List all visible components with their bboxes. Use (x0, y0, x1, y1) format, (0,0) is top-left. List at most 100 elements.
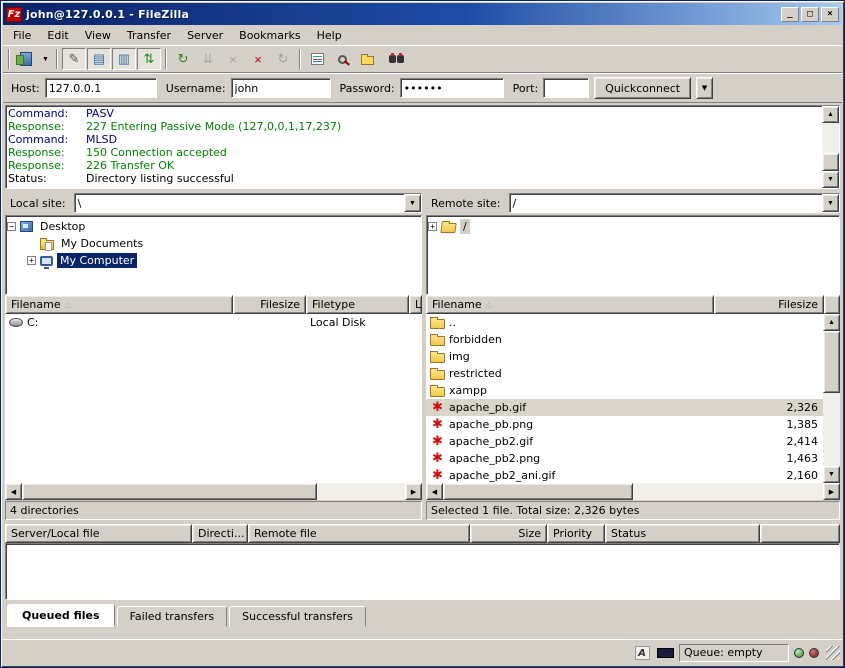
quickconnect-dropdown[interactable]: ▼ (696, 77, 713, 99)
menu-help[interactable]: Help (309, 27, 350, 44)
username-input[interactable] (231, 78, 331, 98)
remote-row-file[interactable]: ✱apache_pb.png 1,385 (426, 416, 823, 433)
tab-failed-transfers[interactable]: Failed transfers (117, 606, 228, 627)
find-files-button[interactable] (380, 48, 404, 70)
column-last-modified[interactable]: L (409, 295, 422, 314)
tree-item-my-computer[interactable]: + My Computer (7, 252, 420, 269)
local-row-c-drive[interactable]: C: Local Disk (5, 314, 422, 331)
log-line: Status:Directory listing successful (8, 172, 820, 185)
local-horizontal-scrollbar[interactable]: ◀ ▶ (5, 483, 422, 500)
remote-row-file[interactable]: ✱apache_pb2_ani.gif 2,160 (426, 467, 823, 483)
refresh-button[interactable]: ↻ (171, 48, 195, 70)
folder-icon (430, 336, 445, 346)
toggle-remote-tree-button[interactable]: ▥ (112, 48, 136, 70)
folder-icon (430, 319, 445, 329)
image-file-icon: ✱ (430, 418, 445, 431)
scroll-up-icon[interactable]: ▲ (823, 314, 840, 331)
menu-transfer[interactable]: Transfer (119, 27, 179, 44)
column-priority[interactable]: Priority (547, 524, 605, 543)
column-filetype[interactable]: Filetype (306, 295, 409, 314)
scroll-left-icon[interactable]: ◀ (5, 483, 22, 500)
scrollbar-thumb[interactable] (823, 331, 840, 393)
site-manager-dropdown[interactable]: ▼ (39, 48, 52, 70)
port-input[interactable] (543, 78, 589, 98)
column-status[interactable]: Status (605, 524, 760, 543)
remote-vertical-scrollbar[interactable]: ▲ ▼ (823, 314, 840, 483)
column-filesize[interactable]: Filesize (233, 295, 306, 314)
column-remote-file[interactable]: Remote file (248, 524, 470, 543)
tree-item-my-documents[interactable]: My Documents (7, 235, 420, 252)
menu-file[interactable]: File (5, 27, 39, 44)
scroll-down-icon[interactable]: ▼ (823, 466, 840, 483)
toggle-queue-button[interactable]: ⇅ (137, 48, 161, 70)
process-queue-button[interactable]: ⇊ (196, 48, 220, 70)
resize-grip[interactable] (826, 646, 840, 660)
scrollbar-thumb[interactable] (443, 483, 633, 500)
quickconnect-button[interactable]: Quickconnect (594, 77, 691, 99)
remote-row-file[interactable]: ✱apache_pb2.png 1,463 (426, 450, 823, 467)
column-server-local-file[interactable]: Server/Local file (5, 524, 192, 543)
scroll-up-icon[interactable]: ▲ (822, 106, 839, 123)
local-pane: Local site: \ ▼ − Desktop My Documents (5, 192, 422, 520)
host-input[interactable] (45, 78, 157, 98)
remote-row-folder[interactable]: img (426, 348, 823, 365)
remote-row-folder[interactable]: forbidden (426, 331, 823, 348)
cancel-operation-button[interactable]: × (221, 48, 245, 70)
remote-site-combo[interactable]: / ▼ (509, 193, 840, 213)
titlebar: Fz john@127.0.0.1 - FileZilla _ □ × (3, 3, 842, 25)
password-input[interactable] (400, 78, 504, 98)
menu-edit[interactable]: Edit (39, 27, 76, 44)
expand-icon[interactable]: + (27, 256, 36, 265)
directory-comparison-button[interactable] (330, 48, 354, 70)
scrollbar-thumb[interactable] (22, 483, 317, 500)
remote-file-list: Filename△ Filesize .. forbidden (426, 295, 840, 500)
log-vertical-scrollbar[interactable]: ▲ ▼ (822, 106, 839, 188)
remote-row-parent-dir[interactable]: .. (426, 314, 823, 331)
tree-item-root[interactable]: + / (428, 218, 838, 235)
tab-successful-transfers[interactable]: Successful transfers (229, 606, 366, 627)
menu-server[interactable]: Server (179, 27, 231, 44)
activity-led-red (809, 648, 819, 658)
menu-bookmarks[interactable]: Bookmarks (231, 27, 308, 44)
synchronized-browsing-button[interactable] (355, 48, 379, 70)
column-filename[interactable]: Filename△ (426, 295, 714, 314)
menu-view[interactable]: View (77, 27, 119, 44)
toggle-local-tree-button[interactable]: ▤ (87, 48, 111, 70)
disconnect-button[interactable]: × (246, 48, 270, 70)
scroll-down-icon[interactable]: ▼ (822, 171, 839, 188)
remote-row-file[interactable]: ✱apache_pb2.gif 2,414 (426, 433, 823, 450)
scroll-right-icon[interactable]: ▶ (823, 483, 840, 500)
local-status-text: 4 directories (5, 501, 422, 520)
minimize-button[interactable]: _ (781, 7, 799, 22)
combo-dropdown-icon[interactable]: ▼ (822, 194, 839, 212)
remote-row-folder[interactable]: xampp (426, 382, 823, 399)
scroll-left-icon[interactable]: ◀ (426, 483, 443, 500)
maximize-button[interactable]: □ (801, 7, 819, 22)
transfer-type-indicator[interactable]: A (633, 645, 651, 661)
collapse-icon[interactable]: − (7, 222, 16, 231)
reconnect-button[interactable]: ↻ (271, 48, 295, 70)
site-manager-button[interactable] (14, 48, 38, 70)
column-direction[interactable]: Directi... (192, 524, 248, 543)
combo-dropdown-icon[interactable]: ▼ (404, 194, 421, 212)
scrollbar-thumb[interactable] (822, 153, 839, 171)
remote-row-file-selected[interactable]: ✱apache_pb.gif 2,326 (426, 399, 823, 416)
column-filename[interactable]: Filename△ (5, 295, 233, 314)
directory-filters-button[interactable] (305, 48, 329, 70)
speed-limit-icon[interactable] (656, 645, 674, 661)
remote-row-folder[interactable]: restricted (426, 365, 823, 382)
expand-icon[interactable]: + (428, 222, 437, 231)
local-site-label: Local site: (5, 194, 71, 213)
toolbar: ▼ ✎ ▤ ▥ ⇅ ↻ ⇊ × × ↻ (3, 45, 842, 73)
close-button[interactable]: × (821, 7, 839, 22)
sync-folder-icon (361, 56, 374, 65)
log-line: Command:PASV (8, 107, 820, 120)
tab-queued-files[interactable]: Queued files (7, 604, 115, 627)
remote-horizontal-scrollbar[interactable]: ◀ ▶ (426, 483, 840, 500)
scroll-right-icon[interactable]: ▶ (405, 483, 422, 500)
column-size[interactable]: Size (470, 524, 547, 543)
local-site-combo[interactable]: \ ▼ (74, 193, 422, 213)
toggle-message-log-button[interactable]: ✎ (62, 48, 86, 70)
tree-item-desktop[interactable]: − Desktop (7, 218, 420, 235)
column-filesize[interactable]: Filesize (714, 295, 824, 314)
